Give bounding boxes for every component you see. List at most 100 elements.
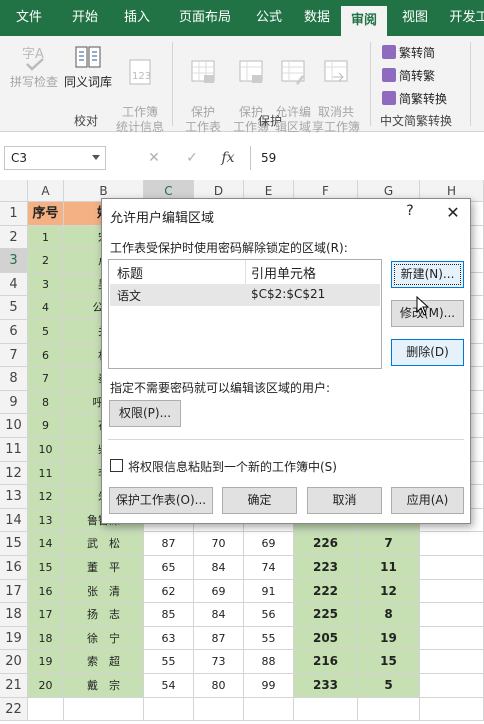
cell[interactable]: 5 [28, 320, 64, 344]
cell[interactable]: 18 [28, 626, 64, 651]
cell[interactable]: 6 [28, 343, 64, 368]
cell[interactable]: 11 [28, 461, 64, 486]
cell[interactable] [420, 556, 484, 580]
new-button[interactable]: 新建(N)... [391, 261, 464, 288]
tab-formulas[interactable]: 公式 [246, 0, 292, 36]
cell[interactable]: 5 [358, 674, 420, 698]
ok-button[interactable]: 确定 [222, 487, 297, 514]
cell[interactable]: 8 [28, 390, 64, 415]
cell[interactable]: 4 [28, 296, 64, 320]
cell[interactable]: 徐 宁 [64, 626, 144, 651]
tab-view[interactable]: 视图 [392, 0, 438, 36]
row-header[interactable]: 11 [0, 438, 28, 462]
tab-data[interactable]: 数据 [294, 0, 340, 36]
cell[interactable] [144, 697, 194, 722]
close-icon[interactable]: ✕ [442, 203, 464, 225]
cell[interactable] [420, 626, 484, 651]
row-header[interactable]: 1 [0, 202, 28, 226]
cell[interactable]: 19 [28, 650, 64, 674]
cell[interactable]: 15 [358, 650, 420, 674]
cell[interactable]: 70 [194, 532, 244, 556]
cell[interactable] [244, 697, 294, 722]
formula-input[interactable]: 59 [250, 146, 484, 170]
row-header[interactable]: 18 [0, 603, 28, 627]
cell[interactable]: 2 [28, 249, 64, 273]
row-header[interactable]: 19 [0, 626, 28, 651]
cell[interactable]: 56 [244, 603, 294, 627]
cell[interactable] [420, 697, 484, 722]
cell[interactable] [420, 674, 484, 698]
cell[interactable]: 武 松 [64, 532, 144, 556]
cell[interactable] [358, 697, 420, 722]
row-header[interactable]: 2 [0, 225, 28, 250]
row-header[interactable]: 8 [0, 367, 28, 391]
cell[interactable]: 54 [144, 674, 194, 698]
cell[interactable]: 55 [244, 626, 294, 651]
chinese-conversion-button[interactable]: 简繁转换 [382, 88, 447, 110]
row-header[interactable]: 4 [0, 272, 28, 297]
tab-developer[interactable]: 开发工 [446, 0, 484, 36]
cell[interactable]: 73 [194, 650, 244, 674]
cell[interactable]: 19 [358, 626, 420, 651]
cell[interactable]: 63 [144, 626, 194, 651]
row-header[interactable]: 17 [0, 579, 28, 604]
list-item[interactable]: 语文 $C$2:$C$21 [110, 284, 380, 306]
cell[interactable]: 222 [294, 579, 358, 604]
cell[interactable]: 69 [194, 579, 244, 604]
workbook-statistics-button[interactable]: 123 工作簿 统计信息 [114, 42, 166, 135]
simplified-to-traditional-button[interactable]: 简转繁 [382, 65, 435, 87]
row-header[interactable]: 7 [0, 343, 28, 368]
row-header[interactable]: 6 [0, 320, 28, 344]
cell[interactable]: 84 [194, 556, 244, 580]
cell[interactable]: 65 [144, 556, 194, 580]
cell[interactable]: 205 [294, 626, 358, 651]
cell[interactable]: 85 [144, 603, 194, 627]
cell[interactable] [420, 579, 484, 604]
cell[interactable]: 91 [244, 579, 294, 604]
cell[interactable]: 15 [28, 556, 64, 580]
cell[interactable] [194, 697, 244, 722]
cell[interactable]: 226 [294, 532, 358, 556]
cancel-button[interactable]: 取消 [307, 487, 382, 514]
tab-page-layout[interactable]: 页面布局 [166, 0, 244, 36]
cell[interactable]: 序号 [28, 202, 64, 226]
cell[interactable]: 55 [144, 650, 194, 674]
cell[interactable]: 16 [28, 579, 64, 604]
delete-button[interactable]: 删除(D) [391, 339, 464, 366]
row-header[interactable]: 12 [0, 461, 28, 486]
cell[interactable]: 87 [144, 532, 194, 556]
cell[interactable]: 7 [358, 532, 420, 556]
enter-formula-icon[interactable]: ✓ [182, 148, 202, 168]
column-header[interactable]: A [28, 180, 64, 202]
cell[interactable]: 223 [294, 556, 358, 580]
cell[interactable]: 1 [28, 225, 64, 250]
cell[interactable]: 216 [294, 650, 358, 674]
protect-sheet-button[interactable]: 保护 工作表 [178, 42, 228, 135]
thesaurus-button[interactable]: 同义词库 [62, 42, 114, 90]
cell[interactable]: 11 [358, 556, 420, 580]
cell[interactable]: 74 [244, 556, 294, 580]
select-all-corner[interactable] [0, 180, 28, 202]
row-header[interactable]: 5 [0, 296, 28, 320]
cell[interactable]: 233 [294, 674, 358, 698]
row-header[interactable]: 20 [0, 650, 28, 674]
row-header[interactable]: 14 [0, 508, 28, 533]
row-header[interactable]: 22 [0, 697, 28, 722]
help-icon[interactable]: ? [400, 203, 420, 225]
chevron-down-icon[interactable] [92, 155, 100, 160]
tab-file[interactable]: 文件 [6, 0, 52, 36]
cell[interactable]: 225 [294, 603, 358, 627]
tab-home[interactable]: 开始 [62, 0, 108, 36]
cell[interactable]: 99 [244, 674, 294, 698]
cell[interactable]: 14 [28, 532, 64, 556]
cancel-formula-icon[interactable]: ✕ [144, 148, 164, 168]
cell[interactable]: 13 [28, 508, 64, 533]
cell[interactable]: 10 [28, 438, 64, 462]
cell[interactable]: 张 清 [64, 579, 144, 604]
permissions-button[interactable]: 权限(P)... [109, 400, 181, 427]
row-header[interactable]: 9 [0, 390, 28, 415]
cell[interactable]: 12 [28, 485, 64, 509]
protect-sheet-dialog-button[interactable]: 保护工作表(O)... [109, 487, 213, 514]
cell[interactable]: 88 [244, 650, 294, 674]
insert-function-icon[interactable]: fx [218, 148, 238, 168]
